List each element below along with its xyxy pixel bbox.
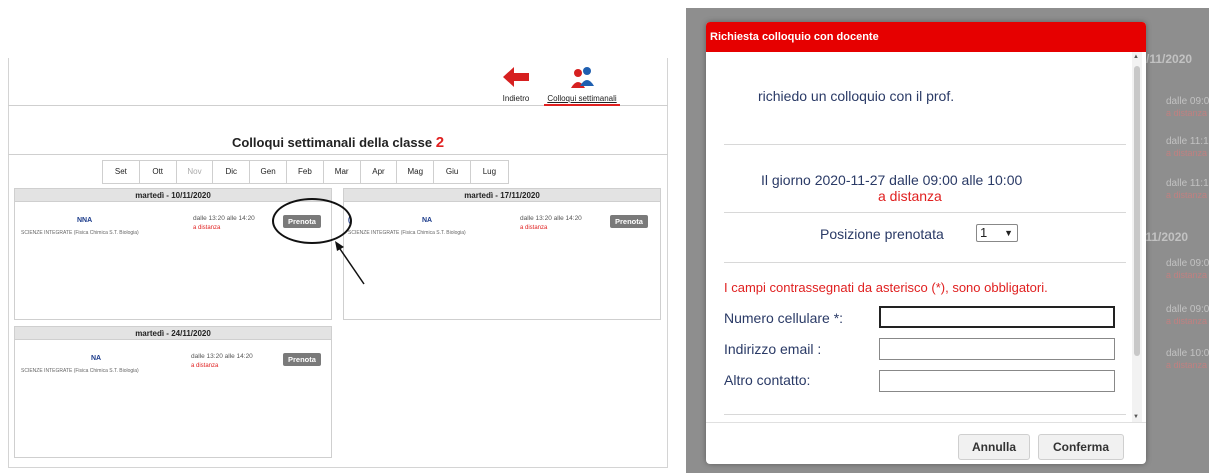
day-line: Il giorno 2020-11-27 dalle 09:00 alle 10… [761,172,1023,188]
tab-month[interactable]: Mag [397,161,435,183]
card-date: martedì - 17/11/2020 [344,189,660,202]
scroll-thumb[interactable] [1134,66,1140,356]
bg-mode: a distanza [1166,316,1208,326]
back-arrow-icon [503,67,529,87]
dialog-title: Richiesta colloquio con docente [706,22,1146,52]
teacher-name: NNA [77,217,93,224]
bg-time: dalle 09:00 [1166,96,1209,107]
tab-month[interactable]: Lug [471,161,508,183]
tab-month[interactable]: Apr [361,161,398,183]
bg-mode: a distanza [1166,190,1208,200]
tab-month[interactable]: Nov [177,161,214,183]
cancel-button[interactable]: Annulla [958,434,1030,460]
bg-mode: a distanza [1166,148,1208,158]
divider [724,212,1126,213]
bg-time: dalle 09:0 [1166,258,1209,269]
bg-date: /11/2020 [1146,52,1193,66]
scroll-up-icon[interactable]: ▲ [1133,54,1139,60]
slot-mode: a distanza [520,225,548,231]
bg-mode: a distanza [1166,360,1208,370]
intro-text: richiedo un colloquio con il prof. [758,88,955,104]
mode-text: a distanza [878,188,942,204]
tab-month[interactable]: Set [103,161,140,183]
weekly-interviews-button[interactable]: Colloqui settimanali [542,58,622,106]
booking-dialog: Richiesta colloquio con docente richiedo… [706,22,1146,464]
phone-label: Numero cellulare *: [724,310,844,326]
position-label: Posizione prenotata [820,226,944,242]
dialog-scrollbar[interactable]: ▲ ▼ [1132,52,1142,422]
required-note: I campi contrassegnati da asterisco (*),… [724,280,1048,295]
email-field[interactable] [879,338,1115,360]
subject: SCIENZE INTEGRATE (Fisica Chimica S.T. B… [21,230,139,236]
divider [8,154,668,155]
confirm-button[interactable]: Conferma [1038,434,1124,460]
bg-date: /11/2020 [1142,230,1189,244]
subject: SCIENZE INTEGRATE (Fisica Chimica S.T. B… [21,368,139,374]
slot-time: dalle 13:20 alle 14:20 [191,353,253,360]
book-button[interactable]: Prenota [610,215,648,228]
tab-month[interactable]: Ott [140,161,177,183]
bg-time: dalle 10:0 [1166,348,1209,359]
divider [724,144,1126,145]
other-contact-label: Altro contatto: [724,372,811,388]
people-icon [571,67,594,88]
day-card: martedì - 17/11/2020 ( NA SCIENZE INTEGR… [343,188,661,320]
dialog-body: richiedo un colloquio con il prof. Il gi… [706,52,1146,422]
position-select[interactable]: 1 ▼ [976,224,1018,242]
slot-mode: a distanza [191,363,219,369]
bg-mode: a distanza [1166,270,1208,280]
book-button[interactable]: Prenota [283,353,321,366]
class-number: 2 [435,134,445,151]
tab-month[interactable]: Gen [250,161,287,183]
month-tabs: Set Ott Nov Dic Gen Feb Mar Apr Mag Giu … [102,160,509,184]
weekly-interviews-page: Indietro Colloqui settimanali Colloqui s… [0,0,680,473]
toolbar: Indietro Colloqui settimanali [8,58,668,106]
tab-month[interactable]: Dic [213,161,251,183]
slot-time: dalle 13:20 alle 14:20 [520,215,582,222]
back-button[interactable]: Indietro [496,58,536,103]
day-card: martedì - 24/11/2020 NA SCIENZE INTEGRAT… [14,326,332,458]
tab-month[interactable]: Mar [324,161,361,183]
page-title: Colloqui settimanali della classe 2 [8,134,668,151]
bg-time: dalle 11:10 [1166,136,1209,147]
divider [724,414,1126,415]
card-date: martedì - 24/11/2020 [15,327,331,340]
bg-time: dalle 11:10 [1166,178,1209,189]
slot-mode: a distanza [193,225,221,231]
back-label: Indietro [502,94,530,103]
teacher-name: NA [91,355,102,362]
page-title-text: Colloqui settimanali della classe [231,135,433,150]
chevron-down-icon: ▼ [1004,228,1013,238]
bg-mode: a distanza [1166,108,1208,118]
weekly-interviews-label: Colloqui settimanali [547,94,617,103]
tab-month[interactable]: Feb [287,161,324,183]
other-contact-field[interactable] [879,370,1115,392]
divider [724,262,1126,263]
position-value: 1 [980,225,988,240]
scroll-down-icon[interactable]: ▼ [1133,414,1139,420]
divider [706,422,1146,423]
tab-month[interactable]: Giu [434,161,471,183]
bg-time: dalle 09:00 [1166,304,1209,315]
email-label: Indirizzo email : [724,341,822,357]
pointer-arrow-icon [335,241,365,285]
card-date: martedì - 10/11/2020 [15,189,331,202]
slot-time: dalle 13:20 alle 14:20 [193,215,255,222]
teacher-name: NA [422,217,433,224]
phone-field[interactable] [879,306,1115,328]
